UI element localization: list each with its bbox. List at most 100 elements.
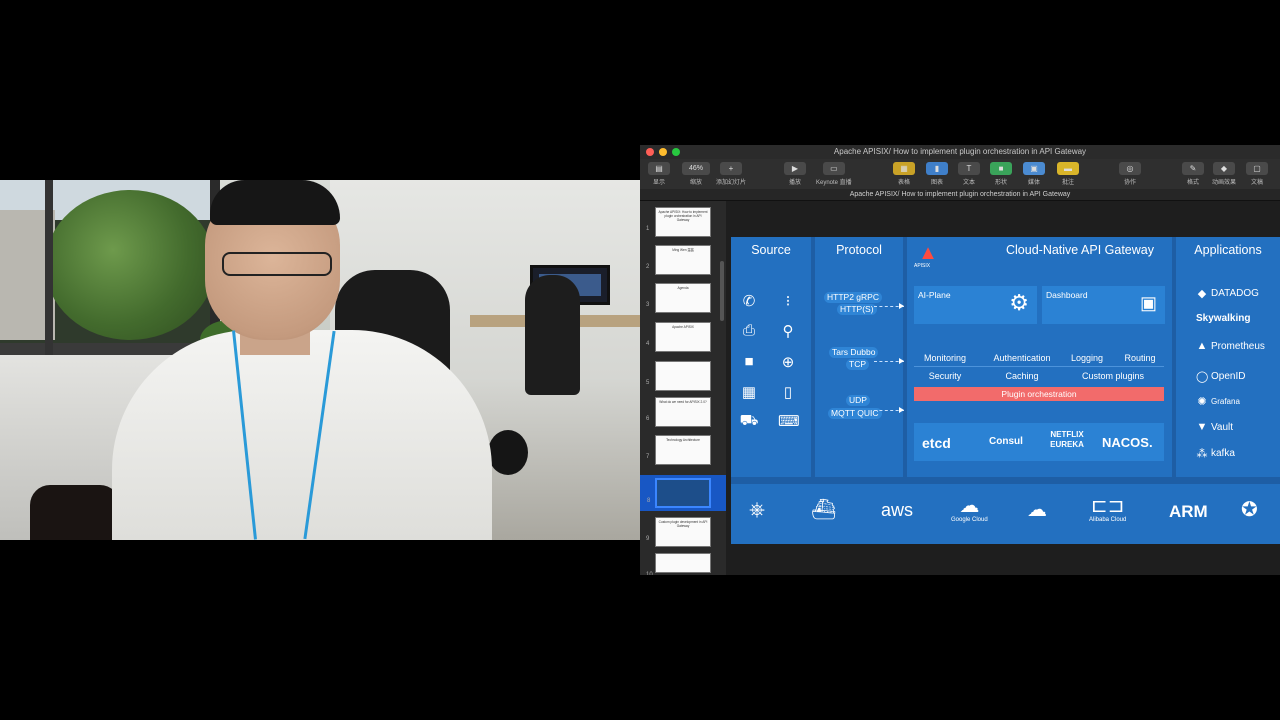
- speaker-torso: [112, 330, 492, 540]
- building-icon: ▦: [741, 384, 757, 401]
- slide-thumbnail-selected[interactable]: 8: [647, 478, 711, 508]
- azure-icon: ☁: [1027, 499, 1047, 521]
- vault-logo: ▼ Vault: [1196, 421, 1234, 433]
- slide-thumbnail[interactable]: 5: [646, 361, 711, 391]
- feature-monitoring: Monitoring: [923, 353, 967, 363]
- flow-arrow: [874, 407, 904, 413]
- webcam-video: [0, 180, 640, 540]
- grafana-logo: ✺ Grafana: [1197, 396, 1240, 408]
- chart-button[interactable]: ▮ 图表: [926, 162, 948, 186]
- close-button[interactable]: [646, 148, 654, 156]
- slide-thumbnail[interactable]: 2 Ming Wen 温铭: [646, 245, 711, 275]
- protocol-label: HTTP(S): [837, 304, 877, 315]
- table-button[interactable]: ▦ 表格: [893, 162, 915, 186]
- media-icon: ▣: [1023, 162, 1045, 175]
- datadog-logo: ◆ DATADOG: [1197, 288, 1259, 300]
- document-title-bar: Apache APISIX/ How to implement plugin o…: [640, 189, 1280, 201]
- keynote-live-button[interactable]: ▭ Keynote 直播: [816, 162, 852, 186]
- openid-icon: ◯: [1196, 371, 1209, 383]
- applications-title: Applications: [1194, 243, 1262, 257]
- slide-thumbnail[interactable]: 10: [646, 553, 711, 575]
- collaborate-button[interactable]: ◎ 协作: [1119, 162, 1141, 186]
- collaborate-icon: ◎: [1119, 162, 1141, 175]
- brain-icon: ⚙: [1009, 290, 1029, 315]
- slide-thumbnail[interactable]: 4 Apache APISIX: [646, 322, 711, 352]
- kafka-icon: ⁂: [1196, 448, 1208, 460]
- arm-logo: ARM: [1169, 502, 1208, 521]
- slide-thumbnail[interactable]: 7 Technology Architecture: [646, 435, 711, 465]
- globe-icon: ⊕: [781, 354, 795, 371]
- feature-caching: Caching: [1005, 371, 1039, 381]
- tree: [45, 190, 215, 340]
- google-cloud-logo: ☁ Google Cloud: [951, 495, 988, 523]
- chart-icon: ▮: [926, 162, 948, 175]
- applications-column: Applications: [1176, 237, 1280, 477]
- slide-canvas: Source ✆ ⁝ ⎙ ⚲ ■ ⊕ ▦ ▯ ⛟ ⌨ Protocol HTTP…: [726, 201, 1280, 575]
- netflix-eureka-logo: NETFLIX EUREKA: [1050, 430, 1084, 449]
- minimize-button[interactable]: [659, 148, 667, 156]
- zoom-button[interactable]: 46% 缩放: [682, 162, 710, 186]
- openid-logo: ◯ OpenID: [1196, 371, 1246, 383]
- view-button[interactable]: ▤ 显示: [648, 162, 670, 186]
- document-icon: ▢: [1246, 162, 1268, 175]
- alibaba-cloud-logo: ⊏⊐ Alibaba Cloud: [1089, 495, 1127, 523]
- animate-button[interactable]: ◆ 动画效果: [1212, 162, 1236, 186]
- feature-authentication: Authentication: [993, 353, 1051, 363]
- add-slide-button[interactable]: + 添加幻灯片: [716, 162, 746, 186]
- zoom-button[interactable]: [672, 148, 680, 156]
- cloud-icon: ☁: [959, 495, 980, 517]
- flow-arrow: [874, 303, 904, 309]
- prometheus-logo: ▲ Prometheus: [1196, 340, 1265, 352]
- view-icon: ▤: [648, 162, 670, 175]
- format-button[interactable]: ✎ 格式: [1182, 162, 1204, 186]
- phone-icon: ✆: [742, 293, 756, 310]
- ai-plane-box: AI-Plane ⚙: [914, 286, 1037, 324]
- play-icon: ▶: [784, 162, 806, 175]
- traffic-light-icon: ⁝: [785, 293, 791, 310]
- media-button[interactable]: ▣ 媒体: [1023, 162, 1045, 186]
- slide-navigator[interactable]: 1 Apache APISIX: How to implement plugin …: [640, 201, 726, 575]
- kubernetes-icon: ⎈: [749, 499, 765, 521]
- alibaba-icon: ⊏⊐: [1090, 495, 1125, 517]
- slide-thumbnail[interactable]: 6 What do we need for APISIX 2.0?: [646, 397, 711, 427]
- text-icon: T: [958, 162, 980, 175]
- feature-routing: Routing: [1124, 353, 1156, 363]
- ubuntu-icon: ✪: [1241, 499, 1258, 521]
- text-button[interactable]: T 文本: [958, 162, 980, 186]
- shape-button[interactable]: ■ 形状: [990, 162, 1012, 186]
- document-button[interactable]: ▢ 文稿: [1246, 162, 1268, 186]
- etcd-logo: etcd: [922, 435, 951, 451]
- flow-arrow: [874, 358, 904, 364]
- slide-thumbnail[interactable]: 9 Custom plugin development in API Gatewa…: [646, 517, 711, 547]
- protocol-label: TCP: [846, 359, 869, 370]
- play-button[interactable]: ▶ 播放: [784, 162, 806, 186]
- comment-button[interactable]: ▬ 批注: [1057, 162, 1079, 186]
- nacos-logo: NACOS.: [1102, 435, 1153, 450]
- diamond-icon: ◆: [1213, 162, 1235, 175]
- table-icon: ▦: [893, 162, 915, 175]
- monitor-icon: ▣: [1139, 293, 1157, 313]
- broadcast-icon: ▭: [822, 162, 845, 175]
- window-title: Apache APISIX/ How to implement plugin o…: [833, 147, 1087, 156]
- gear-icon: ✺: [1197, 396, 1207, 408]
- aws-logo: aws: [881, 500, 914, 520]
- feature-custom-plugins: Custom plugins: [1081, 371, 1145, 381]
- flame-icon: ▲: [1196, 340, 1208, 352]
- glasses: [222, 252, 332, 276]
- slide[interactable]: Source ✆ ⁝ ⎙ ⚲ ■ ⊕ ▦ ▯ ⛟ ⌨ Protocol HTTP…: [731, 237, 1280, 544]
- truck-icon: ⛟: [739, 412, 759, 429]
- slide-thumbnail[interactable]: 3 Agenda: [646, 283, 711, 313]
- source-title: Source: [751, 243, 791, 257]
- antenna-icon: ⚲: [782, 323, 794, 340]
- apisix-logo-text: APISIX: [914, 263, 931, 269]
- mobile-icon: ▯: [783, 384, 793, 401]
- gateway-title: Cloud-Native API Gateway: [1006, 243, 1154, 257]
- dashboard-box: Dashboard ▣: [1042, 286, 1165, 324]
- navigator-scrollbar[interactable]: [720, 261, 724, 321]
- slide-thumbnail[interactable]: 1 Apache APISIX: How to implement plugin …: [646, 207, 711, 237]
- protocol-label: UDP: [846, 395, 870, 406]
- skywalking-logo: Skywalking: [1196, 313, 1251, 324]
- background-person: [525, 275, 580, 395]
- feature-security: Security: [928, 371, 962, 381]
- consul-logo: Consul: [989, 436, 1023, 447]
